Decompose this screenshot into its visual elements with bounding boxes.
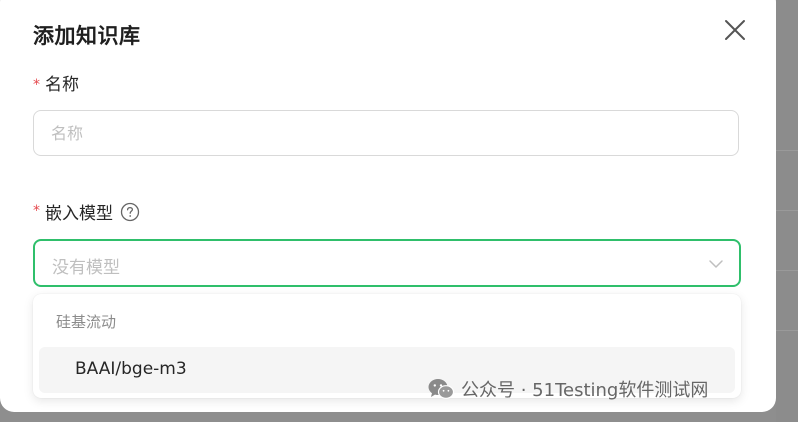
close-button[interactable]: [721, 16, 749, 44]
watermark-text: 公众号 · 51Testing软件测试网: [461, 380, 709, 401]
add-knowledge-base-dialog: 添加知识库 * 名称 * 嵌入模型 没有模型 硅基流动 BAAI/bge-m3: [0, 0, 776, 412]
backdrop-divider: [776, 210, 798, 211]
wechat-icon: [428, 379, 455, 399]
backdrop: [776, 0, 798, 422]
backdrop-divider: [776, 330, 798, 331]
name-input[interactable]: [33, 110, 739, 156]
backdrop-divider: [776, 150, 798, 151]
required-mark: *: [33, 77, 40, 93]
dropdown-group-label: 硅基流动: [56, 313, 117, 331]
watermark: 公众号 · 51Testing软件测试网: [427, 376, 708, 402]
name-label-text: 名称: [45, 75, 79, 95]
required-mark: *: [33, 202, 40, 219]
option-label: BAAI/bge-m3: [75, 359, 187, 379]
embedding-model-label-text: 嵌入模型: [45, 204, 113, 224]
embedding-model-select[interactable]: 没有模型: [33, 239, 741, 287]
embedding-model-label: * 嵌入模型: [33, 199, 140, 224]
backdrop-divider: [776, 270, 798, 271]
dialog-title: 添加知识库: [33, 24, 141, 48]
question-circle-icon[interactable]: [120, 202, 140, 222]
name-label: * 名称: [33, 70, 79, 95]
close-icon: [725, 20, 745, 40]
select-placeholder: 没有模型: [52, 258, 120, 278]
chevron-down-icon: [709, 260, 723, 268]
